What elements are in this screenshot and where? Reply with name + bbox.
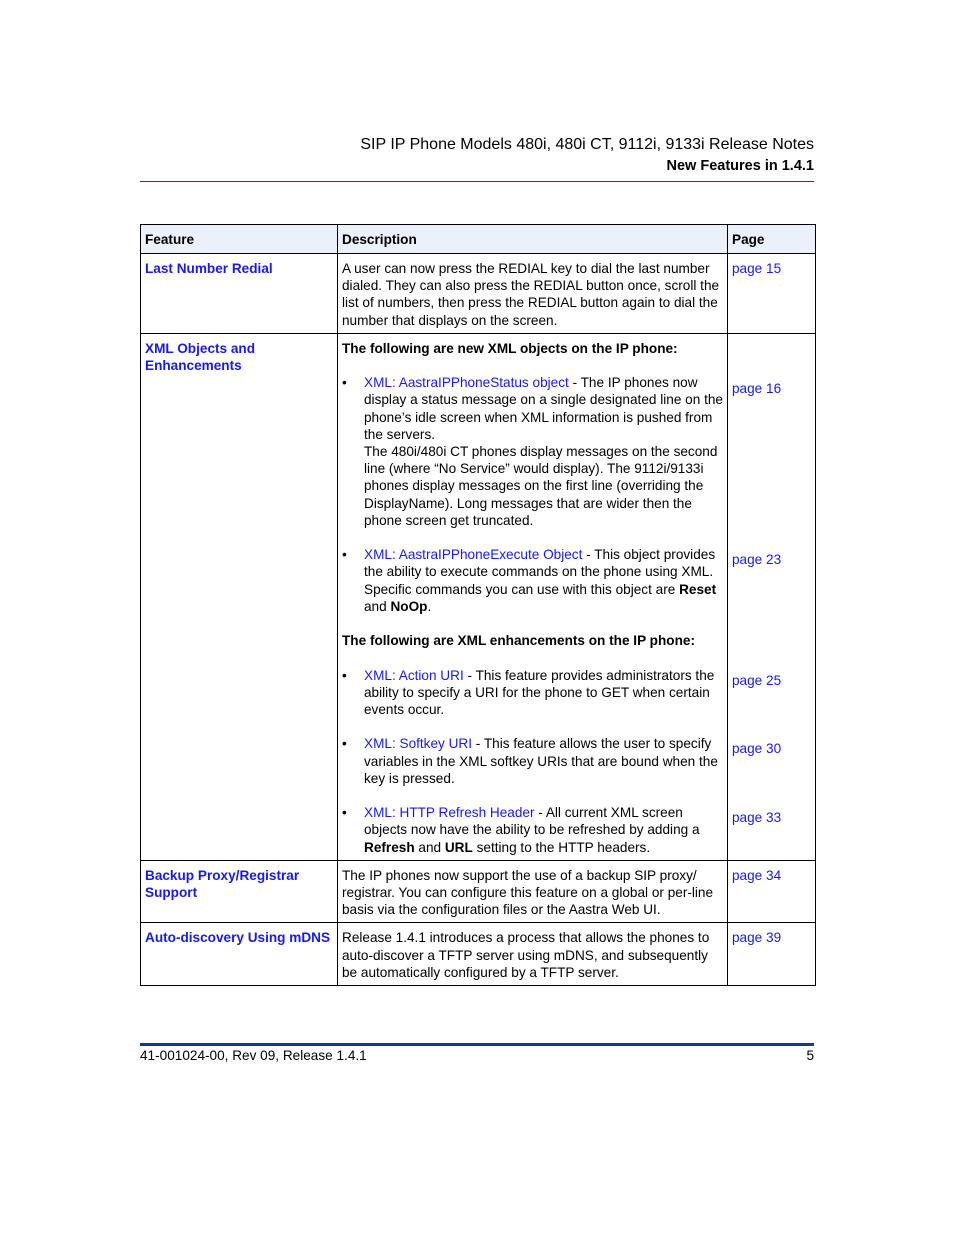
table-row: Backup Proxy/Registrar Support The IP ph… bbox=[140, 859, 816, 924]
item-extra-text: The 480i/480i CT phones display messages… bbox=[364, 444, 718, 528]
table-header-row: Feature Description Page bbox=[140, 224, 816, 254]
feature-link-last-number-redial[interactable]: Last Number Redial bbox=[145, 261, 273, 276]
bullet-icon: • bbox=[342, 736, 347, 752]
item-text: and bbox=[364, 598, 391, 614]
column-header-page: Page bbox=[727, 224, 816, 254]
description-cell: Release 1.4.1 introduces a process that … bbox=[337, 922, 728, 987]
xml-execute-link[interactable]: XML: AastraIPPhoneExecute Object bbox=[364, 547, 582, 562]
feature-cell: Auto-discovery Using mDNS bbox=[140, 922, 338, 987]
footer-divider bbox=[140, 1043, 814, 1046]
page-link[interactable]: page 33 bbox=[732, 809, 781, 826]
page-link[interactable]: page 34 bbox=[732, 868, 781, 883]
xml-softkey-uri-link[interactable]: XML: Softkey URI bbox=[364, 736, 472, 751]
page-link[interactable]: page 15 bbox=[732, 261, 781, 276]
bullet-icon: • bbox=[342, 547, 347, 563]
feature-link-xml-objects[interactable]: XML Objects and Enhancements bbox=[145, 341, 255, 373]
item-text: and bbox=[414, 839, 445, 855]
description-cell: The IP phones now support the use of a b… bbox=[337, 859, 728, 924]
feature-link-auto-discovery[interactable]: Auto-discovery Using mDNS bbox=[145, 930, 330, 945]
xml-enhancements-intro: The following are XML enhancements on th… bbox=[342, 633, 695, 649]
table-row: XML Objects and Enhancements The followi… bbox=[140, 332, 816, 861]
list-item: • XML: HTTP Refresh Header - All current… bbox=[342, 804, 723, 856]
list-item: • XML: Softkey URI - This feature allows… bbox=[342, 735, 723, 787]
xml-http-refresh-link[interactable]: XML: HTTP Refresh Header bbox=[364, 805, 535, 820]
bullet-icon: • bbox=[342, 375, 347, 391]
list-item: • XML: Action URI - This feature provide… bbox=[342, 667, 723, 719]
description-cell: A user can now press the REDIAL key to d… bbox=[337, 253, 728, 334]
feature-link-backup-proxy[interactable]: Backup Proxy/Registrar Support bbox=[145, 868, 299, 900]
page-header: SIP IP Phone Models 480i, 480i CT, 9112i… bbox=[360, 135, 814, 177]
column-header-description: Description bbox=[337, 224, 728, 254]
xml-action-uri-link[interactable]: XML: Action URI bbox=[364, 668, 464, 683]
list-item: • XML: AastraIPPhoneExecute Object - Thi… bbox=[342, 546, 723, 615]
item-text: setting to the HTTP headers. bbox=[472, 839, 651, 855]
page-cell: page 39 bbox=[727, 922, 816, 987]
bold-term: URL bbox=[444, 839, 473, 855]
page-link[interactable]: page 30 bbox=[732, 740, 781, 757]
table-row: Auto-discovery Using mDNS Release 1.4.1 … bbox=[140, 922, 816, 987]
page-link[interactable]: page 25 bbox=[732, 672, 781, 689]
header-divider bbox=[140, 181, 814, 182]
feature-cell: XML Objects and Enhancements bbox=[140, 332, 338, 861]
feature-cell: Backup Proxy/Registrar Support bbox=[140, 859, 338, 924]
page-link[interactable]: page 16 bbox=[732, 380, 781, 397]
xml-status-link[interactable]: XML: AastraIPPhoneStatus object bbox=[364, 375, 569, 390]
bullet-icon: • bbox=[342, 805, 347, 821]
page-cell: page 15 bbox=[727, 253, 816, 334]
description-cell: The following are new XML objects on the… bbox=[337, 332, 728, 861]
bullet-icon: • bbox=[342, 667, 347, 683]
table-row: Last Number Redial A user can now press … bbox=[140, 253, 816, 334]
bold-term: Reset bbox=[679, 581, 717, 597]
features-table: Feature Description Page Last Number Red… bbox=[140, 224, 816, 987]
list-item: • XML: AastraIPPhoneStatus object - The … bbox=[342, 374, 723, 529]
item-text: . bbox=[427, 598, 432, 614]
bold-term: Refresh bbox=[364, 839, 415, 855]
page-link[interactable]: page 39 bbox=[732, 930, 781, 945]
bold-term: NoOp bbox=[390, 598, 428, 614]
page-cell: page 16 page 23 page 25 page 30 page 33 bbox=[727, 332, 816, 861]
document-id: 41-001024-00, Rev 09, Release 1.4.1 bbox=[140, 1048, 367, 1063]
xml-objects-intro: The following are new XML objects on the… bbox=[342, 340, 678, 356]
column-header-feature: Feature bbox=[140, 224, 338, 254]
page-number: 5 bbox=[806, 1048, 814, 1063]
feature-cell: Last Number Redial bbox=[140, 253, 338, 334]
section-title: New Features in 1.4.1 bbox=[666, 158, 814, 174]
page-link[interactable]: page 23 bbox=[732, 551, 781, 568]
document-title: SIP IP Phone Models 480i, 480i CT, 9112i… bbox=[360, 136, 814, 153]
page-cell: page 34 bbox=[727, 859, 816, 924]
